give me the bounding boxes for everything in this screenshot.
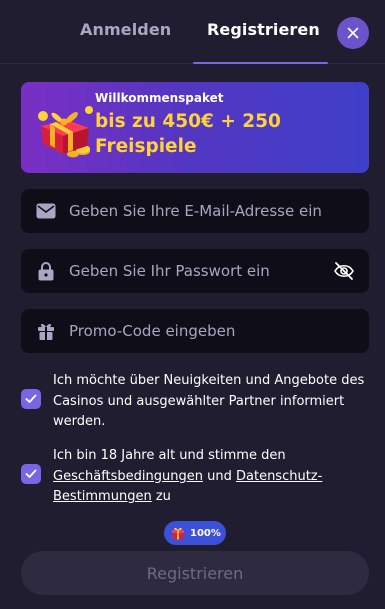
active-tab-indicator xyxy=(193,62,328,64)
lock-icon xyxy=(35,260,57,282)
mail-icon xyxy=(35,200,57,222)
newsletter-checkbox[interactable] xyxy=(21,389,41,409)
eye-off-icon[interactable] xyxy=(333,261,355,281)
checkmark-icon xyxy=(25,469,37,478)
progress-badge: 100% xyxy=(164,521,226,545)
welcome-bonus-banner[interactable]: Willkommenspaket bis zu 450€ + 250 Freis… xyxy=(21,82,369,173)
tab-register[interactable]: Registrieren xyxy=(207,20,320,46)
checkmark-icon xyxy=(25,394,37,403)
gift-icon xyxy=(38,106,93,158)
terms-consent-text: Ich bin 18 Jahre alt und stimme den Gesc… xyxy=(53,446,369,508)
terms-checkbox[interactable] xyxy=(21,464,41,484)
auth-tabs: Anmelden Registrieren xyxy=(0,0,385,64)
email-field xyxy=(21,189,369,233)
password-field xyxy=(21,249,369,293)
close-button[interactable] xyxy=(337,17,369,49)
email-input[interactable] xyxy=(69,189,349,233)
promo-code-input[interactable] xyxy=(69,309,349,353)
tab-login[interactable]: Anmelden xyxy=(80,20,171,46)
terms-link[interactable]: Geschäftsbedingungen xyxy=(53,469,203,484)
terms-text-after: zu xyxy=(151,489,171,504)
progress-label: 100% xyxy=(190,527,221,539)
bonus-eyebrow: Willkommenspaket xyxy=(95,91,224,105)
password-input[interactable] xyxy=(69,249,349,293)
newsletter-consent-text: Ich möchte über Neuigkeiten und Angebote… xyxy=(53,373,365,429)
gift-icon xyxy=(35,320,57,342)
promo-code-field xyxy=(21,309,369,353)
register-submit-button[interactable]: Registrieren xyxy=(21,551,369,595)
terms-text-middle: und xyxy=(203,468,236,484)
terms-text-before: Ich bin 18 Jahre alt und stimme den xyxy=(53,448,286,463)
bonus-headline: bis zu 450€ + 250 Freispiele xyxy=(95,111,281,157)
gift-icon xyxy=(172,527,184,540)
close-icon xyxy=(347,27,359,39)
